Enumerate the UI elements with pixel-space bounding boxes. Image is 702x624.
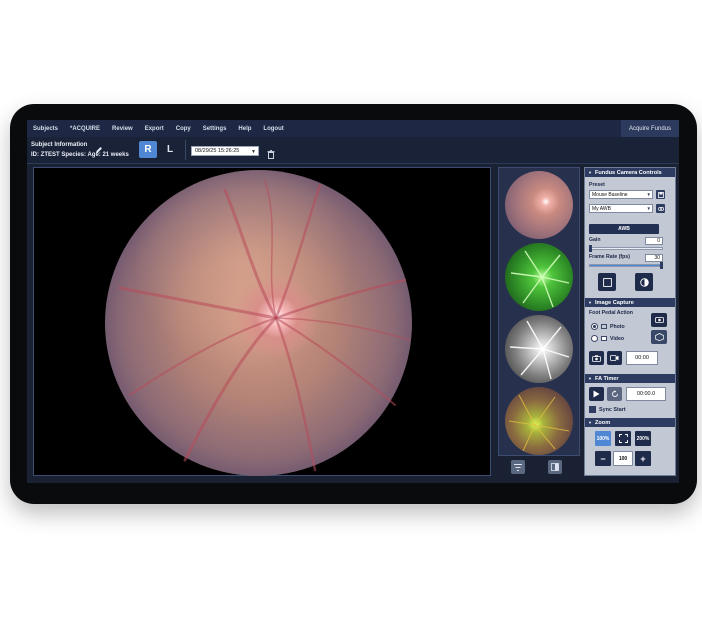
play-icon (593, 390, 600, 398)
square-icon (602, 277, 612, 287)
delete-session-icon[interactable] (267, 146, 275, 159)
gain-slider-handle[interactable] (589, 245, 593, 252)
menu-copy[interactable]: Copy (170, 126, 197, 132)
framerate-slider[interactable] (589, 262, 663, 269)
zoom-fit-button[interactable] (615, 431, 631, 446)
menu-export[interactable]: Export (139, 126, 170, 132)
menu-settings[interactable]: Settings (197, 126, 233, 132)
image-viewer[interactable] (33, 167, 491, 476)
expand-icon (618, 434, 628, 443)
collapse-triangle-icon: ▼ (588, 376, 592, 381)
preset-label: Preset (589, 182, 605, 188)
camera-controls-header[interactable]: ▼ Fundus Camera Controls (585, 168, 675, 177)
session-datetime-value: 08/29/25 15:26:25 (195, 148, 240, 154)
pedal-photo-button[interactable] (651, 313, 667, 327)
menu-acquire[interactable]: *ACQUIRE (64, 126, 106, 132)
menu-help[interactable]: Help (232, 126, 257, 132)
thumbnail-strip (498, 167, 580, 456)
thumbnail-tools (498, 458, 580, 476)
radio-indicator (591, 335, 598, 342)
session-datetime-select[interactable]: 08/29/25 15:26:25 ▼ (191, 146, 259, 156)
focus-button[interactable] (635, 273, 653, 291)
video-small-icon (601, 336, 607, 341)
refresh-icon (611, 390, 618, 397)
chevron-down-icon: ▼ (646, 206, 651, 211)
compare-icon[interactable] (548, 460, 562, 474)
zoom-value-input[interactable]: 100 (613, 451, 633, 466)
tablet-device: Subjects *ACQUIRE Review Export Copy Set… (10, 104, 697, 504)
record-video-button[interactable] (607, 351, 622, 365)
zoom-out-button[interactable]: − (595, 451, 611, 466)
sync-start-checkbox[interactable]: Sync Start (589, 406, 626, 413)
collapse-triangle-icon: ▼ (588, 300, 592, 305)
chevron-down-icon: ▼ (646, 192, 651, 197)
thumbnail-overlay[interactable] (505, 387, 573, 455)
thumbnail-color-fundus[interactable] (505, 171, 573, 239)
fa-timer-reset-button[interactable] (607, 387, 622, 401)
gain-slider[interactable] (589, 245, 663, 252)
half-circle-icon (639, 277, 649, 287)
thumbnail-fluorescein[interactable] (505, 243, 573, 311)
fa-timer-header[interactable]: ▼ FA Timer (585, 374, 675, 383)
link-icon[interactable] (656, 204, 665, 213)
awb-select[interactable]: My AWB ▼ (589, 204, 653, 213)
pedal-video-button[interactable] (651, 330, 667, 344)
collapse-triangle-icon: ▼ (588, 420, 592, 425)
framerate-label: Frame Rate (fps) (589, 254, 630, 260)
zoom-100-button[interactable]: 100% (595, 431, 611, 446)
menu-logout[interactable]: Logout (257, 126, 289, 132)
awb-button[interactable]: AWB (589, 224, 659, 234)
preset-select[interactable]: Mouse Baseline ▼ (589, 190, 653, 199)
photo-label: Photo (610, 323, 625, 330)
framerate-slider-fill (590, 265, 662, 266)
framerate-value[interactable]: 30 (645, 254, 663, 262)
fa-timer-play-button[interactable] (589, 387, 604, 401)
zoom-in-button[interactable]: + (635, 451, 651, 466)
image-capture-header[interactable]: ▼ Image Capture (585, 298, 675, 307)
gain-value[interactable]: 0 (645, 237, 663, 245)
checkbox-indicator (589, 406, 596, 413)
capture-photo-button[interactable] (589, 351, 604, 365)
pencil-icon[interactable] (95, 141, 103, 153)
live-view-button[interactable] (598, 273, 616, 291)
video-camera-icon (610, 355, 619, 361)
menu-bar: Subjects *ACQUIRE Review Export Copy Set… (27, 120, 679, 137)
collapse-triangle-icon: ▼ (588, 170, 592, 175)
control-panel: ▼ Fundus Camera Controls Preset Mouse Bas… (584, 167, 676, 476)
preset-value: Mouse Baseline (592, 191, 628, 198)
divider (185, 140, 186, 160)
video-radio[interactable]: Video (591, 335, 624, 342)
video-label: Video (610, 335, 625, 342)
camera-icon (592, 354, 601, 362)
zoom-200-button[interactable]: 200% (635, 431, 651, 446)
mode-label: Acquire Fundus (620, 120, 679, 137)
zoom-header[interactable]: ▼ Zoom (585, 418, 675, 427)
left-eye-button[interactable]: L (161, 141, 179, 158)
filter-icon[interactable] (511, 460, 525, 474)
subject-info-title: Subject Information (31, 142, 88, 148)
right-eye-button[interactable]: R (139, 141, 157, 158)
camera-small-icon (601, 324, 607, 329)
chevron-down-icon: ▼ (251, 149, 256, 155)
fundus-image (105, 170, 412, 476)
framerate-slider-handle[interactable] (660, 262, 663, 269)
camera-icon (654, 317, 664, 323)
cube-icon (654, 333, 664, 341)
save-preset-icon[interactable] (656, 190, 665, 199)
awb-select-value: My AWB (592, 205, 611, 212)
sync-start-label: Sync Start (599, 406, 626, 413)
app-screen: Subjects *ACQUIRE Review Export Copy Set… (27, 120, 679, 483)
menu-review[interactable]: Review (106, 126, 139, 132)
gain-label: Gain (589, 237, 601, 243)
subject-details: ID: ZTEST Species: Age: 21 weeks (31, 152, 129, 158)
photo-radio[interactable]: Photo (591, 323, 625, 330)
menu-subjects[interactable]: Subjects (27, 126, 64, 132)
capture-timer: 00:00 (626, 351, 658, 365)
radio-indicator (591, 323, 598, 330)
fa-timer-display: 00:00.0 (626, 387, 666, 401)
foot-pedal-label: Foot Pedal Action (589, 310, 633, 316)
subject-info-bar: Subject Information ID: ZTEST Species: A… (27, 137, 679, 164)
thumbnail-grayscale[interactable] (505, 315, 573, 383)
